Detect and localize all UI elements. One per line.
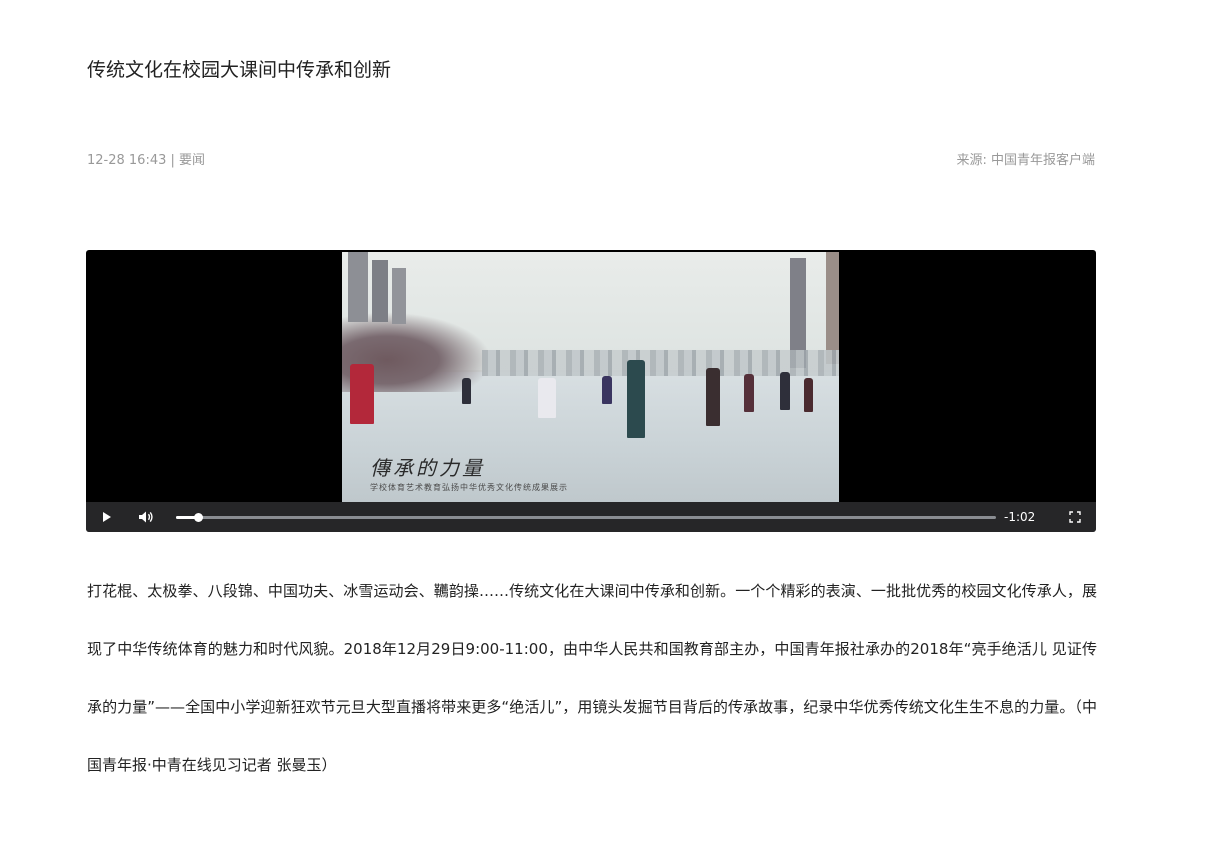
fullscreen-icon (1069, 511, 1081, 523)
article-source: 来源: 中国青年报客户端 (956, 153, 1095, 168)
video-skater (780, 372, 790, 410)
video-skater (350, 364, 374, 424)
video-skater (627, 360, 645, 438)
fullscreen-button[interactable] (1060, 502, 1090, 532)
video-building (372, 260, 388, 322)
video-controls: -1:02 (86, 502, 1096, 532)
video-skater (462, 378, 471, 404)
progress-handle[interactable] (194, 513, 204, 522)
video-building (348, 252, 368, 322)
article-title: 传统文化在校园大课间中传承和创新 (87, 59, 392, 81)
time-remaining: -1:02 (1004, 510, 1036, 524)
article-body: 打花棍、太极拳、八段锦、中国功夫、冰雪运动会、韉韵操……传统文化在大课间中传承和… (87, 582, 1097, 774)
video-overlay-title: 傳承的力量 (370, 456, 485, 480)
volume-icon (139, 511, 153, 523)
video-skater (602, 376, 612, 404)
play-icon (103, 512, 111, 522)
publish-time: 12-28 16:43 (87, 153, 167, 168)
meta-separator: | (170, 153, 175, 168)
volume-button[interactable] (131, 502, 161, 532)
video-frame[interactable]: 傳承的力量 学校体育艺术教育弘扬中华优秀文化传统成果展示 (342, 252, 839, 502)
category-link[interactable]: 要闻 (179, 153, 205, 168)
video-overlay-subtitle: 学校体育艺术教育弘扬中华优秀文化传统成果展示 (370, 483, 568, 492)
video-player[interactable]: 傳承的力量 学校体育艺术教育弘扬中华优秀文化传统成果展示 -1:02 (86, 250, 1096, 532)
video-skater (706, 368, 720, 426)
progress-bar[interactable] (176, 513, 996, 522)
video-skater (538, 378, 556, 418)
video-building (392, 268, 406, 324)
video-skater (744, 374, 754, 412)
video-skater (804, 378, 813, 412)
article-meta: 12-28 16:43 | 要闻 (87, 149, 205, 168)
play-button[interactable] (92, 502, 122, 532)
video-building (826, 252, 839, 364)
